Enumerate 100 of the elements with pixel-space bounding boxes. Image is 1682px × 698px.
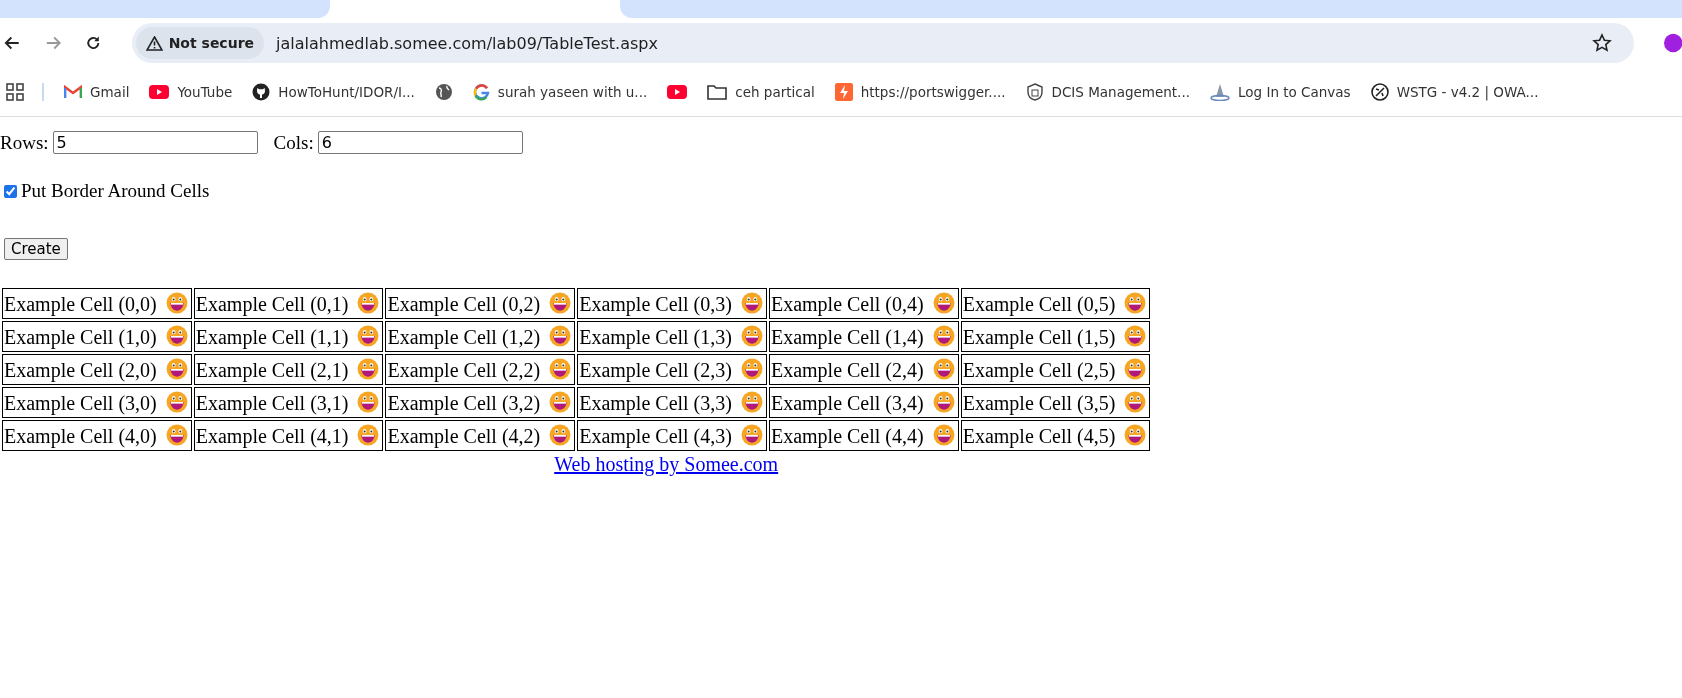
globe-icon bbox=[434, 83, 453, 101]
grinning-face-icon bbox=[165, 423, 188, 446]
table-cell: Example Cell (1,5) bbox=[960, 321, 1151, 352]
bookmark-item[interactable]: Gmail bbox=[64, 84, 130, 100]
web-hosting-link[interactable]: Web hosting by Somee.com bbox=[554, 453, 779, 475]
bookmark-label: surah yaseen with u... bbox=[497, 84, 648, 100]
bookmark-label: https://portswigger.... bbox=[860, 84, 1006, 100]
checkbox-label: Put Border Around Cells bbox=[21, 180, 210, 202]
table-cell: Example Cell (1,3) bbox=[577, 321, 767, 352]
table-cell: Example Cell (0,0) bbox=[2, 288, 192, 319]
bookmark-item[interactable]: https://portswigger.... bbox=[834, 83, 1006, 101]
grinning-face-icon bbox=[549, 291, 572, 314]
grinning-face-icon bbox=[932, 390, 955, 413]
grinning-face-icon bbox=[549, 390, 572, 413]
lightning-icon bbox=[834, 83, 853, 101]
rows-input[interactable]: 5 bbox=[52, 131, 258, 154]
security-label: Not secure bbox=[168, 35, 255, 51]
bookmark-label: WSTG - v4.2 | OWA... bbox=[1396, 84, 1539, 100]
bookmark-item[interactable]: Log In to Canvas bbox=[1210, 83, 1351, 101]
grinning-face-icon bbox=[1124, 423, 1147, 446]
table-cell: Example Cell (3,0) bbox=[2, 387, 192, 418]
table-cell: Example Cell (4,5) bbox=[960, 420, 1151, 451]
grinning-face-icon bbox=[165, 390, 188, 413]
folder-icon bbox=[707, 84, 728, 100]
shield-icon bbox=[1025, 83, 1044, 101]
table-cell: Example Cell (2,2) bbox=[385, 354, 576, 385]
security-chip[interactable]: Not secure bbox=[135, 27, 265, 59]
play-icon bbox=[149, 85, 170, 99]
table-cell: Example Cell (3,4) bbox=[768, 387, 959, 418]
bookmark-item[interactable] bbox=[667, 85, 688, 99]
grinning-face-icon bbox=[932, 423, 955, 446]
table-cell: Example Cell (0,2) bbox=[385, 288, 576, 319]
extension-icon[interactable] bbox=[1663, 33, 1682, 53]
border-checkbox[interactable] bbox=[4, 184, 17, 198]
table-cell: Example Cell (1,1) bbox=[193, 321, 384, 352]
table-cell: Example Cell (1,0) bbox=[2, 321, 192, 352]
bookmark-item[interactable]: surah yaseen with u... bbox=[472, 83, 648, 101]
table-cell: Example Cell (2,4) bbox=[768, 354, 959, 385]
grinning-face-icon bbox=[549, 423, 572, 446]
warning-icon bbox=[145, 35, 163, 51]
bookmark-label: Log In to Canvas bbox=[1238, 84, 1351, 100]
grinning-face-icon bbox=[932, 324, 955, 347]
apps-grid-icon[interactable] bbox=[6, 83, 24, 101]
grinning-face-icon bbox=[932, 291, 955, 314]
bookmark-label: HowToHunt/IDOR/I... bbox=[278, 84, 415, 100]
google-g-icon bbox=[472, 83, 490, 101]
grinning-face-icon bbox=[1124, 357, 1147, 380]
cols-label: Cols: bbox=[273, 131, 314, 154]
bookmark-label: DCIS Management... bbox=[1051, 84, 1190, 100]
grinning-face-icon bbox=[740, 390, 763, 413]
create-button[interactable]: Create bbox=[4, 238, 68, 260]
grinning-face-icon bbox=[740, 291, 763, 314]
table-cell: Example Cell (1,2) bbox=[385, 321, 576, 352]
forward-icon[interactable] bbox=[44, 34, 62, 52]
play-icon bbox=[667, 85, 688, 99]
bookmark-item[interactable]: DCIS Management... bbox=[1025, 83, 1190, 101]
table-cell: Example Cell (4,2) bbox=[385, 420, 576, 451]
back-icon[interactable] bbox=[4, 34, 21, 52]
bookmark-label: ceh partical bbox=[735, 84, 815, 100]
bookmark-item[interactable]: ceh partical bbox=[707, 84, 815, 100]
bookmark-label: YouTube bbox=[177, 84, 233, 100]
grinning-face-icon bbox=[357, 357, 380, 380]
grinning-face-icon bbox=[740, 423, 763, 446]
table-cell: Example Cell (0,4) bbox=[768, 288, 959, 319]
table-cell: Example Cell (4,1) bbox=[193, 420, 384, 451]
grinning-face-icon bbox=[549, 324, 572, 347]
grinning-face-icon bbox=[357, 291, 380, 314]
table-cell: Example Cell (1,4) bbox=[768, 321, 959, 352]
table-cell: Example Cell (2,5) bbox=[960, 354, 1151, 385]
table-cell: Example Cell (4,3) bbox=[577, 420, 767, 451]
bookmark-item[interactable]: WSTG - v4.2 | OWA... bbox=[1370, 83, 1539, 101]
grinning-face-icon bbox=[357, 390, 380, 413]
grinning-face-icon bbox=[165, 357, 188, 380]
cols-input[interactable]: 6 bbox=[317, 131, 523, 154]
cat-icon bbox=[252, 83, 271, 101]
table-cell: Example Cell (3,5) bbox=[960, 387, 1151, 418]
grinning-face-icon bbox=[740, 324, 763, 347]
bookmark-item[interactable]: YouTube bbox=[149, 84, 233, 100]
grinning-face-icon bbox=[165, 291, 188, 314]
table-cell: Example Cell (2,0) bbox=[2, 354, 192, 385]
grinning-face-icon bbox=[549, 357, 572, 380]
envelope-icon bbox=[64, 85, 82, 99]
reload-icon[interactable] bbox=[85, 34, 102, 52]
url-text: jalalahmedlab.somee.com/lab09/TableTest.aspx bbox=[276, 33, 659, 53]
rows-label: Rows: bbox=[0, 131, 49, 154]
grinning-face-icon bbox=[1124, 390, 1147, 413]
table-cell: Example Cell (3,1) bbox=[193, 387, 384, 418]
table-cell: Example Cell (4,4) bbox=[768, 420, 959, 451]
bookmark-star-icon[interactable] bbox=[1591, 33, 1612, 53]
address-bar[interactable]: Not secure jalalahmedlab.somee.com/lab09/TableTest.aspx bbox=[131, 23, 1634, 63]
grinning-face-icon bbox=[357, 324, 380, 347]
bookmark-label: Gmail bbox=[90, 84, 130, 100]
grinning-face-icon bbox=[357, 423, 380, 446]
bookmark-item[interactable]: HowToHunt/IDOR/I... bbox=[252, 83, 415, 101]
table-cell: Example Cell (3,2) bbox=[385, 387, 576, 418]
table-cell: Example Cell (0,5) bbox=[960, 288, 1151, 319]
table-cell: Example Cell (3,3) bbox=[577, 387, 767, 418]
table-cell: Example Cell (0,3) bbox=[577, 288, 767, 319]
bookmark-item[interactable] bbox=[434, 83, 453, 101]
table-cell: Example Cell (4,0) bbox=[2, 420, 192, 451]
